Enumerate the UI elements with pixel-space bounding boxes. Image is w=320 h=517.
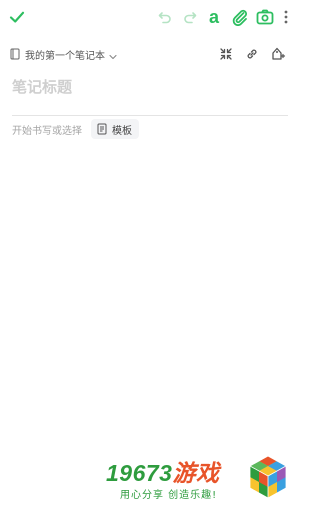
camera-icon[interactable] bbox=[254, 6, 276, 28]
title-divider bbox=[12, 115, 288, 116]
watermark-brand: 游戏 bbox=[172, 460, 220, 486]
body-hint-text: 开始书写或选择 bbox=[12, 125, 82, 137]
editor-toolbar: a bbox=[0, 0, 300, 34]
chevron-down-icon bbox=[109, 45, 117, 64]
body-hint-row: 开始书写或选择 模板 bbox=[12, 119, 139, 139]
link-icon[interactable] bbox=[242, 44, 262, 64]
tag-icon[interactable] bbox=[268, 44, 288, 64]
watermark-logo: 19673游戏 用心分享 创造乐趣! bbox=[104, 452, 294, 508]
note-title-input[interactable] bbox=[12, 74, 288, 100]
check-icon[interactable] bbox=[6, 6, 28, 28]
format-label: a bbox=[208, 7, 219, 27]
paperclip-icon[interactable] bbox=[229, 6, 251, 28]
watermark-number: 19673 bbox=[106, 460, 173, 486]
notebook-selector[interactable]: 我的第一个笔记本 bbox=[10, 45, 117, 63]
text-format-icon[interactable]: a bbox=[203, 6, 225, 28]
note-body-editor[interactable] bbox=[12, 145, 288, 445]
template-button[interactable]: 模板 bbox=[91, 119, 139, 139]
collapse-icon[interactable] bbox=[216, 44, 236, 64]
watermark-title: 19673游戏 bbox=[106, 454, 219, 488]
notebook-name: 我的第一个笔记本 bbox=[25, 50, 105, 62]
note-meta-row: 我的第一个笔记本 bbox=[0, 41, 300, 67]
cube-logo-icon bbox=[249, 455, 287, 499]
notebook-icon bbox=[10, 45, 20, 64]
redo-icon[interactable] bbox=[179, 6, 201, 28]
template-icon bbox=[97, 120, 107, 139]
template-label: 模板 bbox=[112, 125, 132, 137]
more-vertical-icon[interactable] bbox=[278, 6, 294, 28]
watermark-slogan: 用心分享 创造乐趣! bbox=[120, 490, 218, 501]
undo-icon[interactable] bbox=[154, 6, 176, 28]
